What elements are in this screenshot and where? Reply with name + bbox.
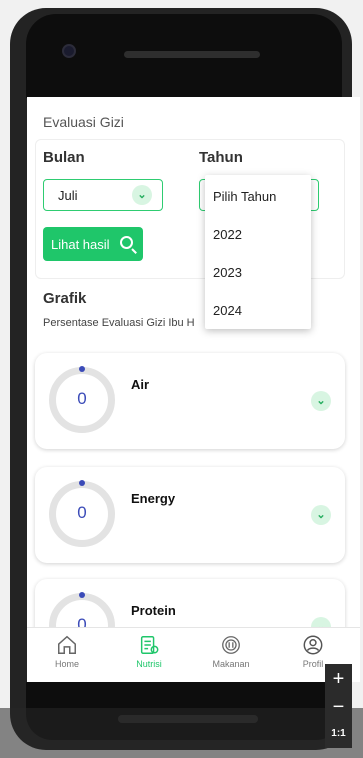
zoom-in-button[interactable]: + xyxy=(325,668,352,691)
home-icon xyxy=(58,635,76,654)
nav-item-nutrisi[interactable]: Nutrisi xyxy=(119,634,179,669)
month-select-value: Juli xyxy=(58,188,78,203)
view-results-button[interactable]: Lihat hasil xyxy=(43,227,143,261)
nav-label-makanan: Makanan xyxy=(212,659,250,669)
chevron-down-icon: ⌄ xyxy=(132,185,152,205)
month-select[interactable]: Juli ⌄ xyxy=(43,179,163,211)
chevron-down-icon[interactable]: ⌄ xyxy=(311,391,331,411)
year-option[interactable]: Pilih Tahun xyxy=(213,189,276,204)
speaker-grille xyxy=(124,51,260,58)
food-icon xyxy=(222,636,240,654)
view-results-label: Lihat hasil xyxy=(51,237,110,252)
nav-item-home[interactable]: Home xyxy=(37,634,97,669)
year-option[interactable]: 2023 xyxy=(213,265,242,280)
progress-ring-marker xyxy=(79,480,85,486)
nutrient-name: Air xyxy=(131,377,150,392)
emulator-zoom-panel: + − 1:1 xyxy=(325,664,352,748)
nutrient-value: 0 xyxy=(77,389,87,408)
clipboard-icon xyxy=(140,636,159,654)
nutrient-card-air[interactable]: 0 Air ⌄ xyxy=(35,353,345,449)
bottom-navigation: Home Nutrisi Makanan Profil xyxy=(27,627,360,682)
nutrient-name: Energy xyxy=(131,491,176,506)
year-option[interactable]: 2022 xyxy=(213,227,242,242)
progress-ring-marker xyxy=(79,366,85,372)
chevron-down-icon[interactable]: ⌄ xyxy=(311,505,331,525)
emulator-overlay-strip xyxy=(0,708,363,758)
app-screen: Evaluasi Gizi Bulan Tahun Juli ⌄ Lihat h… xyxy=(27,97,360,682)
progress-ring-marker xyxy=(79,592,85,598)
nav-item-makanan[interactable]: Makanan xyxy=(201,634,261,669)
search-icon xyxy=(120,236,133,249)
camera-icon xyxy=(62,44,76,58)
year-option[interactable]: 2024 xyxy=(213,303,242,318)
year-label: Tahun xyxy=(199,149,243,166)
nutrient-card-energy[interactable]: 0 Energy ⌄ xyxy=(35,467,345,563)
year-dropdown-menu: Pilih Tahun 2022 2023 2024 xyxy=(205,175,311,329)
chart-section-title: Grafik xyxy=(43,290,87,307)
nav-label-nutrisi: Nutrisi xyxy=(136,659,162,669)
month-label: Bulan xyxy=(43,149,85,166)
zoom-reset-button[interactable]: 1:1 xyxy=(325,728,352,739)
nav-label-home: Home xyxy=(54,659,79,669)
chart-section-subtitle: Persentase Evaluasi Gizi Ibu H xyxy=(43,317,195,329)
nutrient-name: Protein xyxy=(131,603,176,618)
page-title: Evaluasi Gizi xyxy=(43,114,124,130)
nutrient-value: 0 xyxy=(77,503,87,522)
zoom-out-button[interactable]: − xyxy=(325,696,352,719)
profile-icon xyxy=(303,635,323,655)
